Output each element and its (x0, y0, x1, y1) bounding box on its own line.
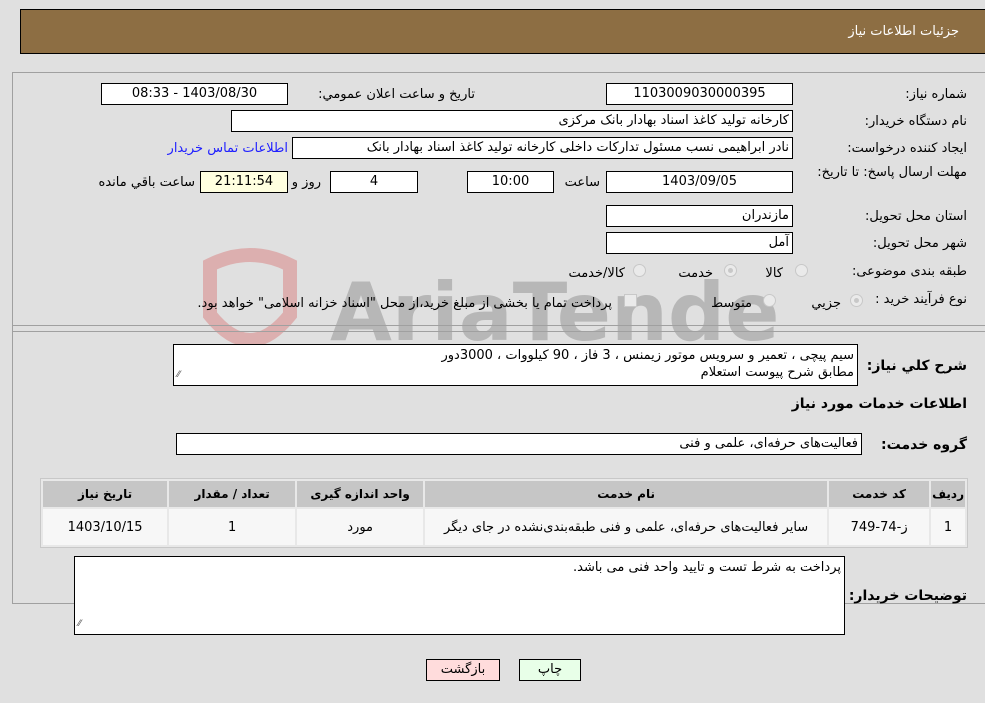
buyer-notes-label: توضیحات خریدار: (848, 588, 967, 604)
service-group-field: فعالیت‌های حرفه‌ای، علمی و فنی (176, 433, 862, 455)
province-field: مازندران (606, 205, 793, 227)
buyer-contact-link[interactable]: اطلاعات تماس خریدار (168, 141, 288, 156)
col-service-name: نام خدمت (425, 481, 828, 507)
col-service-code: کد خدمت (829, 481, 930, 507)
services-heading: اطلاعات خدمات مورد نیاز (791, 396, 967, 412)
announce-date-field: 1403/08/30 - 08:33 (101, 83, 288, 105)
cell-quantity: 1 (169, 509, 296, 545)
cell-unit: مورد (297, 509, 424, 545)
col-quantity: تعداد / مقدار (169, 481, 296, 507)
resize-grip-icon[interactable]: ⁄⁄ (177, 367, 180, 384)
buyer-org-field: کارخانه تولید کاغذ اسناد بهادار بانک مرک… (231, 110, 793, 132)
process-radio-minor[interactable] (850, 294, 863, 307)
category-radio-goods-service[interactable] (633, 264, 646, 277)
city-label: شهر محل تحویل: (872, 236, 967, 251)
category-option-goods-service: کالا/خدمت (568, 266, 625, 281)
treasury-note: پرداخت تمام یا بخشی از مبلغ خرید،از محل … (197, 296, 612, 311)
days-label: روز و (291, 175, 321, 190)
treasury-checkbox[interactable] (624, 294, 637, 307)
col-need-date: تاریخ نیاز (43, 481, 168, 507)
deadline-time-label: ساعت (564, 175, 600, 190)
process-option-medium: متوسط (711, 296, 752, 311)
days-remaining-field: 4 (330, 171, 418, 193)
need-number-label: شماره نیاز: (905, 87, 967, 102)
city-field: آمل (606, 232, 793, 254)
process-radio-medium[interactable] (763, 294, 776, 307)
cell-need-date: 1403/10/15 (43, 509, 168, 545)
province-label: استان محل تحویل: (865, 209, 967, 224)
description-textarea[interactable]: سیم پیچی ، تعمیر و سرویس موتور زیمنس ، 3… (173, 344, 858, 386)
divider (12, 325, 985, 326)
category-option-goods: کالا (765, 266, 783, 281)
buyer-notes-text: پرداخت به شرط تست و تایید واحد فنی می با… (572, 560, 841, 575)
description-label: شرح کلي نیاز: (866, 358, 967, 374)
deadline-time-field: 10:00 (467, 171, 554, 193)
print-button[interactable]: چاپ (519, 659, 581, 681)
process-label: نوع فرآیند خرید : (875, 292, 967, 307)
resize-grip-icon[interactable]: ⁄⁄ (78, 616, 81, 633)
cell-service-code: ز-74-749 (829, 509, 930, 545)
service-group-label: گروه خدمت: (881, 437, 967, 453)
category-label: طبقه بندی موضوعی: (851, 264, 967, 279)
need-number-field: 1103009030000395 (606, 83, 793, 105)
divider (12, 331, 985, 332)
cell-row-number: 1 (931, 509, 965, 545)
cell-service-name: سایر فعالیت‌های حرفه‌ای، علمی و فنی طبقه… (425, 509, 828, 545)
buyer-notes-textarea[interactable]: پرداخت به شرط تست و تایید واحد فنی می با… (74, 556, 845, 635)
process-option-minor: جزيي (811, 296, 841, 311)
col-unit: واحد اندازه گیری (297, 481, 424, 507)
description-line-1: سیم پیچی ، تعمیر و سرویس موتور زیمنس ، 3… (441, 348, 854, 363)
page-title: جزئیات اطلاعات نیاز (848, 24, 959, 39)
deadline-label: مهلت ارسال پاسخ: تا تاریخ: (817, 165, 967, 180)
deadline-date-field: 1403/09/05 (606, 171, 793, 193)
creator-label: ایجاد کننده درخواست: (847, 141, 967, 156)
category-radio-service[interactable] (724, 264, 737, 277)
back-button[interactable]: بازگشت (426, 659, 500, 681)
description-line-2: مطابق شرح پیوست استعلام (700, 365, 854, 380)
table-header-row: ردیف کد خدمت نام خدمت واحد اندازه گیری ت… (43, 481, 965, 507)
creator-field: نادر ابراهیمی نسب مسئول تدارکات داخلی کا… (292, 137, 793, 159)
table-row: 1 ز-74-749 سایر فعالیت‌های حرفه‌ای، علمی… (43, 509, 965, 545)
category-radio-goods[interactable] (795, 264, 808, 277)
page-header: جزئیات اطلاعات نیاز (20, 9, 985, 54)
category-option-service: خدمت (678, 266, 713, 281)
buyer-org-label: نام دستگاه خریدار: (864, 114, 967, 129)
col-row-number: ردیف (931, 481, 965, 507)
services-table: ردیف کد خدمت نام خدمت واحد اندازه گیری ت… (40, 478, 968, 548)
remaining-time-label: ساعت باقي مانده (98, 175, 195, 190)
announce-date-label: تاریخ و ساعت اعلان عمومي: (318, 87, 475, 102)
remaining-time-field: 21:11:54 (200, 171, 288, 193)
